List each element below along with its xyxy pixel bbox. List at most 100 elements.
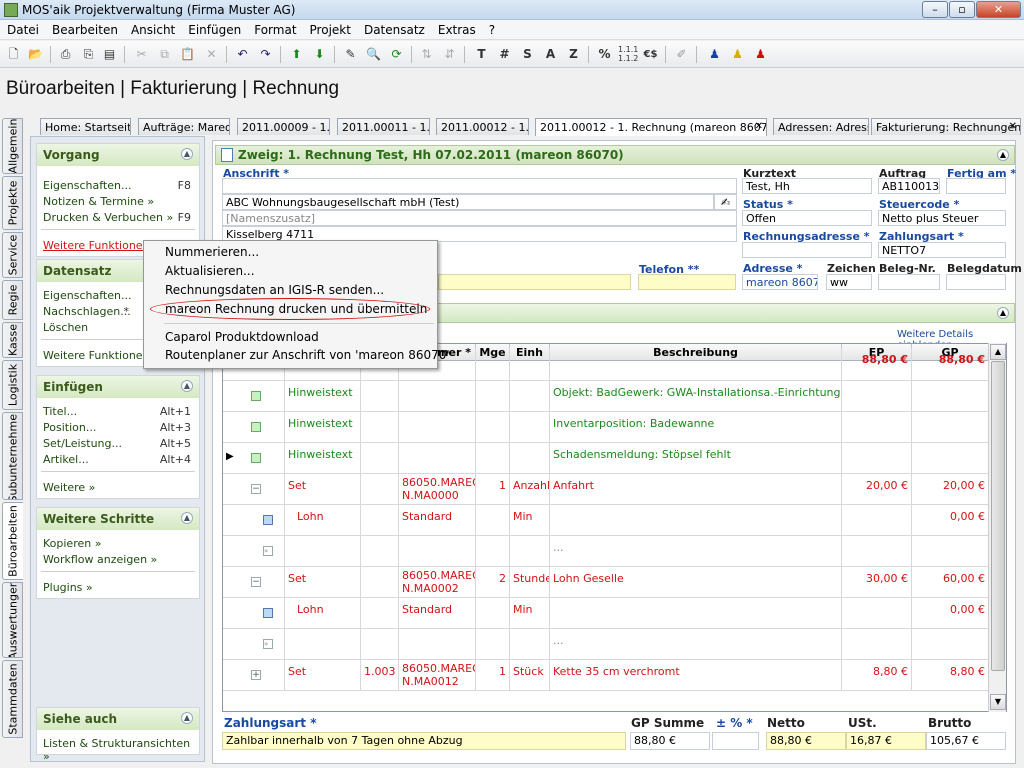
cell-gp[interactable] (912, 412, 989, 442)
cell-artikel[interactable]: Standard (399, 505, 476, 535)
tab-2011-00012-a[interactable]: 2011.00012 - 1. A (436, 118, 529, 135)
cell-einh[interactable] (510, 348, 550, 380)
cell-type[interactable]: Set (285, 567, 361, 597)
row-tree-node[interactable] (223, 505, 285, 535)
kurztext-field[interactable]: Test, Hh (742, 178, 872, 194)
belegnr-field[interactable] (878, 274, 940, 290)
cell-ep[interactable] (842, 629, 912, 659)
refresh-icon[interactable]: ⟳ (387, 45, 406, 64)
vtab-logistik[interactable]: Logistik (2, 360, 23, 410)
collapse-icon[interactable]: ▲ (181, 148, 193, 160)
cell-beschreibung[interactable]: Objekt: BadGewerk: GWA-Installationsa.-E… (550, 381, 842, 411)
cell-gp[interactable] (912, 381, 989, 411)
menu-einfuegen[interactable]: Einfügen (181, 20, 247, 37)
cell-beschreibung[interactable]: Kette 35 cm verchromt (550, 660, 842, 690)
note-node-icon[interactable] (251, 391, 261, 401)
cut-icon[interactable]: ✂ (132, 45, 151, 64)
row-tree-node[interactable] (223, 412, 285, 442)
expand-node-icon[interactable]: − (251, 577, 261, 587)
collapse-icon[interactable]: ▲ (997, 149, 1009, 161)
sort-asc-icon[interactable]: ⇅ (417, 45, 436, 64)
zahlungsart-field[interactable]: NETTO7 (878, 242, 1006, 258)
note-node-icon[interactable] (251, 422, 261, 432)
anschrift-name[interactable]: ABC Wohnungsbaugesellschaft mbH (Test) (222, 194, 714, 210)
vtab-kasse[interactable]: Kasse (2, 322, 23, 358)
table-row[interactable]: »... (223, 629, 989, 660)
menu-datensatz[interactable]: Datensatz (357, 20, 431, 37)
cell-beschreibung[interactable]: Lohn Geselle (550, 567, 842, 597)
cell-type[interactable]: Hinweistext (285, 412, 361, 442)
vtab-bueroarbeiten[interactable]: Büroarbeiten (2, 502, 23, 580)
grid-scrollbar[interactable]: ▲ ▼ (988, 343, 1006, 712)
cell-type[interactable]: Hinweistext (285, 381, 361, 411)
currency-button[interactable]: €$ (641, 45, 660, 64)
tab-2011-00009[interactable]: 2011.00009 - 1. R (237, 118, 330, 135)
cell-beschreibung[interactable]: Anfahrt (550, 474, 842, 504)
menu-ansicht[interactable]: Ansicht (124, 20, 181, 37)
cell-artikel[interactable] (399, 381, 476, 411)
disabled-tool-icon[interactable]: ✐ (672, 45, 691, 64)
more-node-icon[interactable]: » (263, 546, 273, 556)
einfuegen-titel[interactable]: Titel... (43, 405, 77, 418)
einfuegen-position[interactable]: Position... (43, 421, 96, 434)
row-tree-node[interactable] (223, 381, 285, 411)
row-tree-node[interactable]: − (223, 567, 285, 597)
table-row[interactable]: Lohn Standard Min 0,00 € (223, 505, 989, 536)
cell-type[interactable]: Set (285, 660, 361, 690)
menu-igis-senden[interactable]: Rechnungsdaten an IGIS-R senden... (165, 283, 384, 297)
table-row[interactable]: Lohn Standard Min 0,00 € (223, 598, 989, 629)
scroll-down-icon[interactable]: ▼ (990, 694, 1006, 710)
close-tab-icon[interactable]: ✕ (755, 121, 763, 132)
redo-icon[interactable]: ↷ (256, 45, 275, 64)
cell-artikel[interactable] (399, 443, 476, 473)
telefon-field[interactable] (638, 274, 736, 290)
menu-format[interactable]: Format (247, 20, 302, 37)
cell-mge[interactable] (476, 348, 510, 380)
menu-routenplaner[interactable]: Routenplaner zur Anschrift von 'mareon 8… (165, 348, 450, 362)
siehe-listen[interactable]: Listen & Strukturansichten » (43, 737, 199, 763)
datensatz-eigenschaften[interactable]: Eigenschaften... (43, 289, 131, 302)
cell-ep[interactable] (842, 536, 912, 566)
cell-einh[interactable] (510, 629, 550, 659)
vorgang-notizen[interactable]: Notizen & Termine » (43, 195, 154, 208)
anschrift-namenszusatz[interactable]: [Namenszusatz] (222, 210, 737, 226)
tab-fakturierung[interactable]: Fakturierung: Rechnungen ✕ (871, 118, 1021, 135)
cell-gp[interactable]: 0,00 € (912, 505, 989, 535)
auftrag-field[interactable]: AB110013 (878, 178, 940, 194)
cell-einh[interactable] (510, 381, 550, 411)
table-row[interactable]: Hinweistext Inventarposition: Badewanne (223, 412, 989, 443)
cell-beschreibung[interactable]: Inventarposition: Badewanne (550, 412, 842, 442)
cell-type[interactable]: Hinweistext (285, 443, 361, 473)
a-button[interactable]: A (541, 45, 560, 64)
cell-nr[interactable] (361, 598, 399, 628)
print-icon[interactable]: ⎙ (56, 45, 75, 64)
cell-mge[interactable] (476, 536, 510, 566)
minimize-button[interactable]: – (922, 1, 948, 18)
search-icon[interactable]: 🔍 (364, 45, 383, 64)
einfuegen-artikel[interactable]: Artikel... (43, 453, 89, 466)
menu-caparol-download[interactable]: Caparol Produktdownload (165, 330, 319, 344)
cell-artikel[interactable] (399, 412, 476, 442)
cell-mge[interactable]: 2 (476, 567, 510, 597)
steuercode-field[interactable]: Netto plus Steuer (878, 210, 1006, 226)
cell-artikel[interactable] (399, 629, 476, 659)
cell-beschreibung[interactable]: Schadensmeldung: Stöpsel fehlt (550, 443, 842, 473)
vorgang-drucken[interactable]: Drucken & Verbuchen » (43, 211, 173, 224)
cell-ep[interactable] (842, 443, 912, 473)
cell-gp[interactable]: 8,80 € (912, 660, 989, 690)
move-down-icon[interactable]: ⬇ (310, 45, 329, 64)
address-lookup-icon[interactable]: ✍ (714, 194, 737, 210)
cell-mge[interactable] (476, 412, 510, 442)
rechnungsadresse-field[interactable] (742, 242, 872, 258)
cell-nr[interactable] (361, 381, 399, 411)
cell-artikel[interactable]: Standard (399, 598, 476, 628)
cell-einh[interactable]: Min (510, 598, 550, 628)
collapse-icon[interactable]: ▲ (997, 307, 1009, 319)
vtab-projekte[interactable]: Projekte (2, 176, 23, 230)
cell-mge[interactable] (476, 381, 510, 411)
ort-field[interactable] (438, 274, 631, 290)
zeichen-field[interactable]: ww (826, 274, 872, 290)
user-red-icon[interactable]: ♟ (751, 45, 770, 64)
cell-ep[interactable] (842, 381, 912, 411)
menu-projekt[interactable]: Projekt (303, 20, 357, 37)
